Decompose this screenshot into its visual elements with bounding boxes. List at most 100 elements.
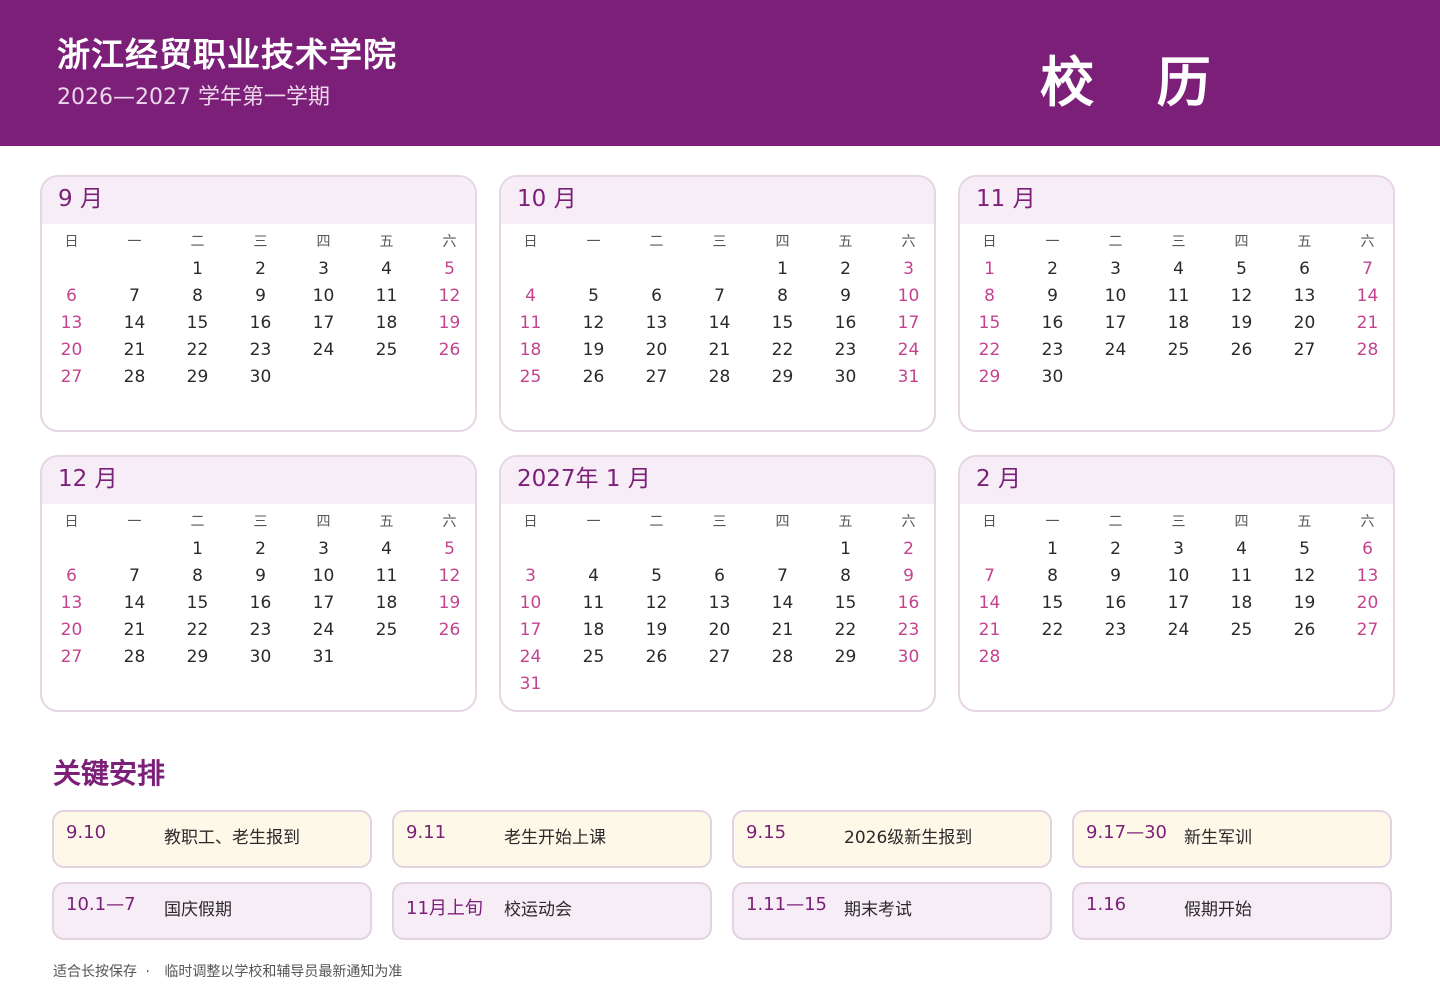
weekday-header: 四 [316, 514, 331, 530]
day-cell: 28 [1356, 340, 1379, 360]
day-cell: 15 [186, 313, 209, 333]
day-cell: 27 [60, 367, 83, 387]
day-cell: 16 [249, 313, 272, 333]
day-cell: 22 [978, 340, 1001, 360]
empty-day-cell [42, 536, 103, 563]
weekday-header: 三 [253, 234, 268, 250]
day-cell: 28 [771, 647, 794, 667]
weekday-header: 一 [586, 234, 601, 250]
day-cell: 22 [186, 620, 209, 640]
event-card: 9.17—30 新生军训 [1072, 810, 1392, 868]
day-cell: 6 [1362, 539, 1373, 559]
day-cell: 2 [903, 539, 914, 559]
weekday-header: 六 [1360, 234, 1375, 250]
footer-disclaimer: 临时调整以学校和辅导员最新通知为准 [164, 964, 403, 980]
weekday-header: 四 [1234, 514, 1249, 530]
day-cell: 11 [375, 566, 398, 586]
day-cell: 21 [771, 620, 794, 640]
day-cell: 24 [312, 340, 335, 360]
day-cell: 17 [519, 620, 542, 640]
day-cell: 13 [645, 313, 668, 333]
day-cell: 12 [438, 566, 461, 586]
school-name: 浙江经贸职业技术学院 [57, 35, 397, 74]
day-cell: 14 [123, 313, 146, 333]
day-cell: 18 [1230, 593, 1253, 613]
day-cell: 4 [525, 286, 536, 306]
empty-day-cell [42, 256, 103, 283]
month-title: 9 月 [42, 177, 475, 224]
day-cell: 29 [771, 367, 794, 387]
weekday-header: 四 [1234, 234, 1249, 250]
day-cell: 26 [645, 647, 668, 667]
day-cell: 19 [582, 340, 605, 360]
weekday-header: 五 [379, 514, 394, 530]
event-date: 11月上旬 [406, 898, 483, 919]
day-cell: 14 [771, 593, 794, 613]
weekday-header: 二 [190, 514, 205, 530]
day-cell: 15 [1041, 593, 1064, 613]
day-cell: 4 [381, 539, 392, 559]
day-cell: 20 [60, 620, 83, 640]
day-cell: 28 [978, 647, 1001, 667]
day-cell: 1 [840, 539, 851, 559]
day-cell: 15 [978, 313, 1001, 333]
event-description: 2026级新生报到 [844, 828, 973, 848]
day-cell: 3 [525, 566, 536, 586]
day-cell: 14 [708, 313, 731, 333]
event-date: 1.11—15 [746, 894, 827, 915]
day-cell: 5 [1236, 259, 1247, 279]
day-cell: 31 [897, 367, 920, 387]
day-cell: 12 [1230, 286, 1253, 306]
event-card: 1.16 假期开始 [1072, 882, 1392, 940]
day-cell: 16 [1041, 313, 1064, 333]
weekday-header: 三 [1171, 234, 1186, 250]
day-cell: 1 [777, 259, 788, 279]
day-cell: 24 [1104, 340, 1127, 360]
day-cell: 30 [897, 647, 920, 667]
event-card: 9.10 教职工、老生报到 [52, 810, 372, 868]
day-cell: 13 [60, 593, 83, 613]
weekday-header: 日 [64, 234, 79, 250]
page-title: 校 历 [1040, 51, 1233, 114]
day-cell: 9 [903, 566, 914, 586]
day-cell: 13 [708, 593, 731, 613]
day-cell: 5 [444, 259, 455, 279]
weekday-header: 日 [64, 514, 79, 530]
day-cell: 12 [582, 313, 605, 333]
day-cell: 5 [1299, 539, 1310, 559]
weekday-header: 日 [523, 234, 538, 250]
day-cell: 17 [312, 313, 335, 333]
day-cell: 20 [645, 340, 668, 360]
day-cell: 27 [645, 367, 668, 387]
day-cell: 20 [708, 620, 731, 640]
day-cell: 18 [375, 593, 398, 613]
day-cell: 2 [255, 259, 266, 279]
day-cell: 21 [123, 620, 146, 640]
day-cell: 21 [978, 620, 1001, 640]
day-cell: 27 [60, 647, 83, 667]
day-cell: 19 [1230, 313, 1253, 333]
day-cell: 22 [771, 340, 794, 360]
day-cell: 27 [708, 647, 731, 667]
event-card: 10.1—7 国庆假期 [52, 882, 372, 940]
section-title: 关键安排 [53, 757, 166, 790]
day-cell: 11 [1167, 286, 1190, 306]
day-cell: 3 [318, 259, 329, 279]
weekday-header: 二 [1108, 514, 1123, 530]
weekday-header: 二 [649, 234, 664, 250]
day-cell: 19 [1293, 593, 1316, 613]
month-days-grid: 日一二三四五六 1 2 3 4 5 6 7 8 9 10 11 12 13 14 15 16 17 18 19 20 21… [42, 224, 475, 391]
event-card: 1.11—15 期末考试 [732, 882, 1052, 940]
day-cell: 8 [192, 286, 203, 306]
day-cell: 30 [834, 367, 857, 387]
day-cell: 25 [375, 620, 398, 640]
day-cell: 4 [1173, 259, 1184, 279]
month-card: 11 月日一二三四五六 1 2 3 4 5 6 7 8 9 10 11 12 13 14 15 16 17 18 19… [958, 175, 1395, 432]
day-cell: 8 [984, 286, 995, 306]
day-cell: 26 [582, 367, 605, 387]
day-cell: 9 [255, 286, 266, 306]
event-description: 教职工、老生报到 [164, 828, 300, 848]
day-cell: 20 [60, 340, 83, 360]
day-cell: 4 [588, 566, 599, 586]
day-cell: 8 [192, 566, 203, 586]
